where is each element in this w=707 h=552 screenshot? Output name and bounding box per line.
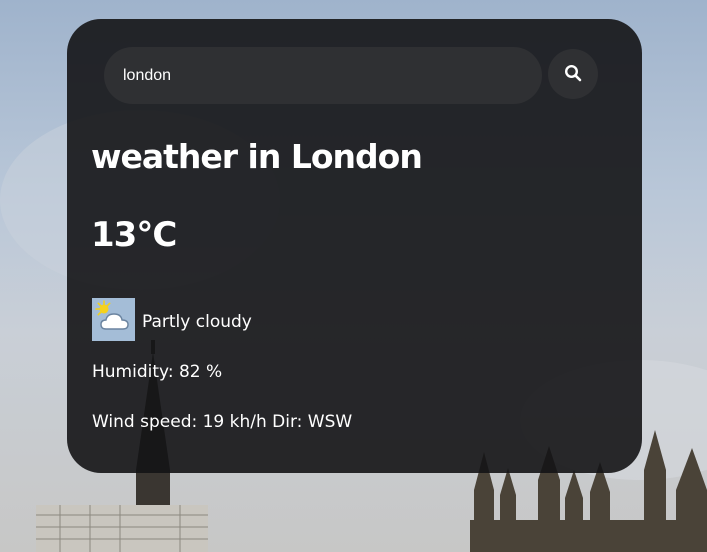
wind-text: Wind speed: 19 kh/h Dir: WSW (92, 412, 353, 432)
search-input[interactable] (104, 47, 542, 104)
search-icon (564, 64, 582, 85)
condition-text: Partly cloudy (142, 312, 252, 332)
humidity-text: Humidity: 82 % (92, 362, 223, 382)
weather-title: weather in London (91, 137, 423, 176)
search-button[interactable] (548, 49, 598, 99)
weather-card: weather in London 13°C Partly cloudy Hum… (67, 19, 642, 473)
partly-cloudy-icon (92, 298, 135, 341)
temperature: 13°C (91, 215, 177, 255)
